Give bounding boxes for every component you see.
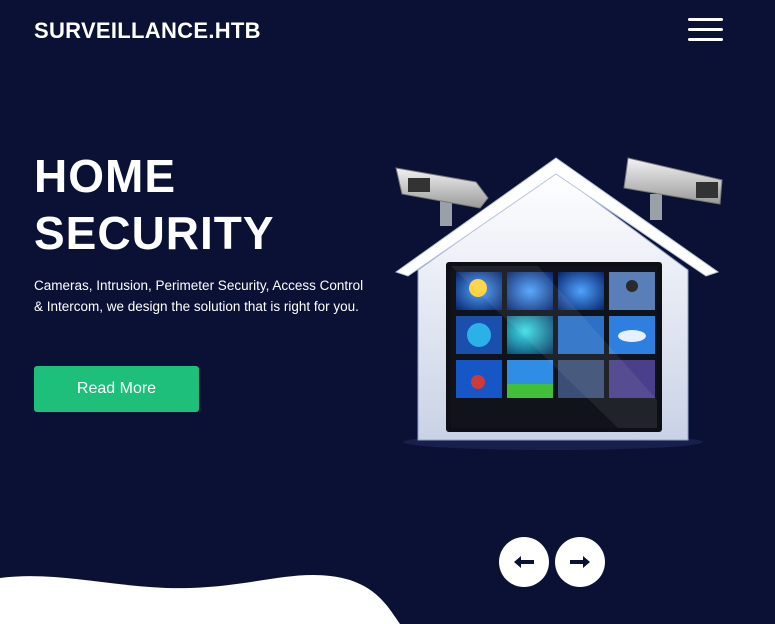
bottom-wave-decoration	[0, 575, 400, 624]
house-security-cameras-illustration	[394, 157, 723, 450]
hero-title-line1: HOME	[34, 150, 176, 202]
hero-description: Cameras, Intrusion, Perimeter Security, …	[34, 278, 364, 314]
hamburger-menu-icon[interactable]	[684, 16, 724, 44]
hero-title-line2: SECURITY	[34, 207, 275, 259]
read-more-button[interactable]: Read More	[34, 366, 199, 412]
site-brand[interactable]: SURVEILLANCE.HTB	[34, 18, 261, 44]
hero-title: HOME SECURITY	[34, 148, 275, 262]
